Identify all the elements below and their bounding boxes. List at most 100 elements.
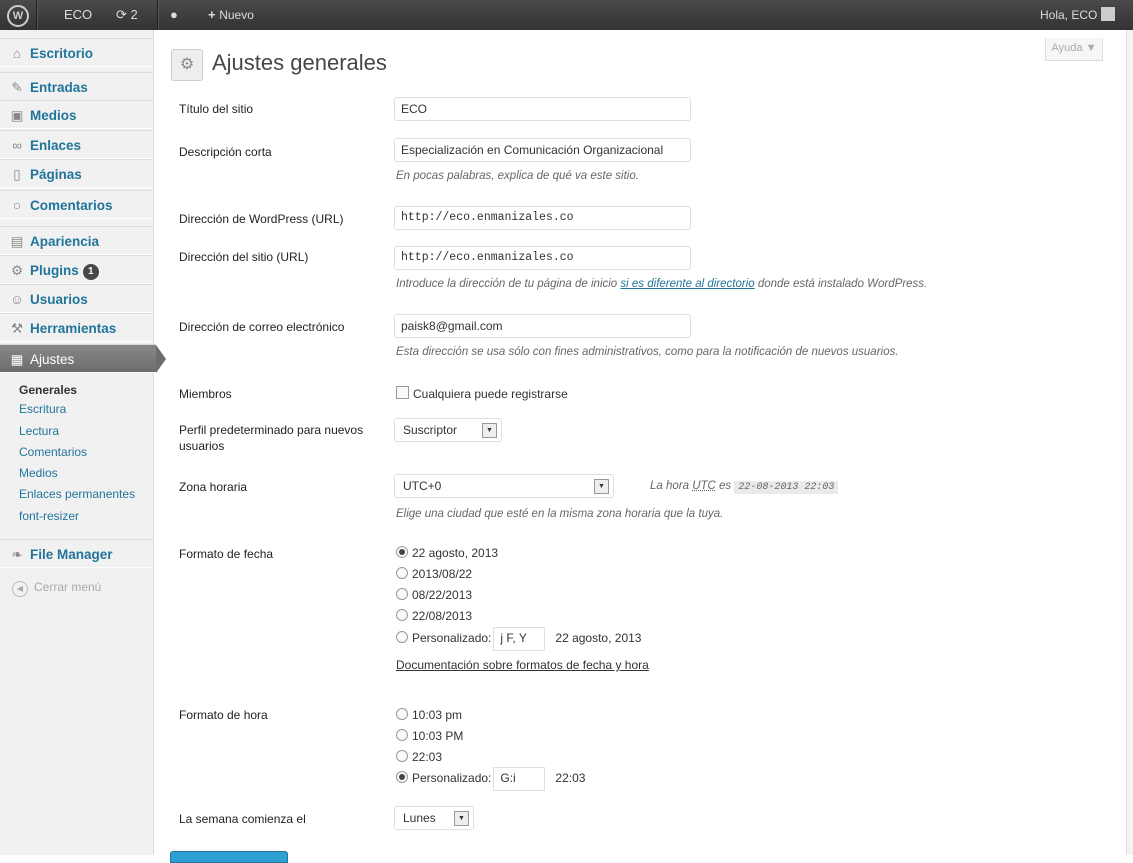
- collapse-menu-button[interactable]: ◀ Cerrar menú: [12, 580, 101, 597]
- menu-herramientas[interactable]: ⚒ Herramientas: [0, 313, 153, 342]
- default-role-select[interactable]: Suscriptor ▼: [394, 418, 502, 442]
- timezone-label: Zona horaria: [179, 480, 248, 494]
- page-title: Ajustes generales: [212, 50, 387, 75]
- radio-button[interactable]: [396, 708, 408, 720]
- plus-icon: +: [208, 7, 216, 22]
- menu-escritorio[interactable]: ⌂ Escritorio: [0, 38, 153, 67]
- option-label: 10:03 pm: [412, 708, 463, 722]
- admin-sidebar: ⌂ Escritorio ✎ Entradas ▣ Medios ∞ Enlaces ▯…: [0, 30, 166, 855]
- radio-button[interactable]: [396, 588, 408, 600]
- utc-time-note: La hora UTC es 22-08-2013 22:03: [650, 480, 839, 494]
- pages-icon: ▯: [13, 167, 21, 182]
- utc-abbr: UTC: [692, 480, 716, 492]
- date-format-custom-input[interactable]: j F, Y: [493, 627, 546, 651]
- date-format-option[interactable]: 08/22/2013: [396, 588, 472, 602]
- date-time-docs-link[interactable]: Documentación sobre formatos de fecha y …: [396, 658, 649, 672]
- avatar: [1100, 7, 1115, 21]
- checkbox-label: Cualquiera puede registrarse: [413, 387, 568, 401]
- timezone-select[interactable]: UTC+0 ▼: [394, 474, 614, 498]
- option-label: 22 agosto, 2013: [412, 546, 499, 560]
- comment-bubble-icon: ●: [170, 7, 178, 22]
- time-format-option[interactable]: 10:03 PM: [396, 729, 463, 743]
- option-label: 08/22/2013: [412, 588, 473, 602]
- time-format-option[interactable]: 10:03 pm: [396, 708, 462, 722]
- menu-label: Plugins: [30, 263, 79, 278]
- wordpress-url-input[interactable]: http://eco.enmanizales.co: [394, 206, 691, 230]
- submenu-generales[interactable]: Generales: [19, 383, 77, 397]
- menu-enlaces[interactable]: ∞ Enlaces: [0, 130, 153, 159]
- menu-entradas[interactable]: ✎ Entradas: [0, 72, 153, 101]
- media-icon: ▣: [10, 108, 24, 123]
- updates-link[interactable]: ⟳ 2: [116, 0, 138, 30]
- menu-label: Medios: [30, 108, 77, 123]
- anyone-can-register-option[interactable]: Cualquiera puede registrarse: [396, 386, 568, 401]
- radio-button[interactable]: [396, 729, 408, 741]
- submenu-comentarios[interactable]: Comentarios: [19, 445, 87, 459]
- help-tab[interactable]: Ayuda ▼: [1045, 38, 1103, 61]
- page-scrollbar[interactable]: [1126, 30, 1133, 855]
- submenu-lectura[interactable]: Lectura: [19, 424, 59, 438]
- menu-apariencia[interactable]: ▤ Apariencia: [0, 226, 153, 255]
- date-format-option[interactable]: 2013/08/22: [396, 567, 472, 581]
- note-text: La hora: [650, 480, 693, 492]
- tagline-input[interactable]: Especialización en Comunicación Organiza…: [394, 138, 691, 162]
- account-menu[interactable]: Hola, ECO: [1040, 0, 1115, 30]
- menu-label: Escritorio: [30, 46, 94, 61]
- menu-ajustes[interactable]: ▦ Ajustes: [0, 344, 166, 373]
- date-format-custom-option[interactable]: Personalizado: j F, Y 22 agosto, 2013: [396, 627, 641, 651]
- chevron-down-icon: ▼: [454, 811, 469, 826]
- submenu-medios[interactable]: Medios: [19, 466, 58, 480]
- time-format-preview: 22:03: [555, 771, 586, 786]
- chevron-down-icon: ▼: [482, 423, 497, 438]
- select-value: UTC+0: [403, 479, 442, 493]
- greeting-text: Hola, ECO: [1040, 8, 1098, 22]
- date-format-option[interactable]: 22 agosto, 2013: [396, 546, 498, 560]
- tools-icon: ⚒: [10, 321, 24, 336]
- menu-comentarios[interactable]: ○ Comentarios: [0, 190, 153, 219]
- time-format-option[interactable]: 22:03: [396, 750, 442, 764]
- comments-link[interactable]: ●: [170, 0, 178, 30]
- site-title-label: Título del sitio: [179, 102, 254, 116]
- site-name-link[interactable]: ECO: [64, 0, 92, 30]
- radio-button[interactable]: [396, 750, 408, 762]
- select-value: Lunes: [403, 811, 436, 825]
- time-format-custom-option[interactable]: Personalizado: G:i 22:03: [396, 767, 585, 791]
- site-title-input[interactable]: ECO: [394, 97, 691, 121]
- select-value: Suscriptor: [403, 423, 458, 437]
- submenu-font-resizer[interactable]: font-resizer: [19, 509, 79, 523]
- menu-label: Herramientas: [30, 321, 117, 336]
- note-text: es: [715, 480, 735, 492]
- menu-usuarios[interactable]: ☺ Usuarios: [0, 284, 153, 313]
- tagline-description: En pocas palabras, explica de qué va est…: [396, 170, 639, 182]
- radio-button[interactable]: [396, 609, 408, 621]
- radio-button[interactable]: [396, 567, 408, 579]
- radio-button[interactable]: [396, 771, 408, 784]
- time-format-custom-input[interactable]: G:i: [493, 767, 546, 791]
- wordpress-logo-icon[interactable]: W: [0, 0, 36, 30]
- week-start-select[interactable]: Lunes ▼: [394, 806, 474, 830]
- desc-text: donde está instalado WordPress.: [754, 278, 928, 290]
- label-line: usuarios: [179, 439, 225, 453]
- collapse-label: Cerrar menú: [34, 580, 102, 594]
- comment-icon: ○: [12, 198, 22, 213]
- menu-plugins[interactable]: ⚙ Plugins 1: [0, 255, 153, 284]
- site-url-input[interactable]: http://eco.enmanizales.co: [394, 246, 691, 270]
- chevron-down-icon: ▼: [594, 479, 609, 494]
- submenu-escritura[interactable]: Escritura: [19, 402, 66, 416]
- register-checkbox[interactable]: [396, 386, 409, 399]
- menu-file-manager[interactable]: ❧ File Manager: [0, 539, 153, 568]
- new-content-link[interactable]: + Nuevo: [208, 0, 254, 30]
- save-changes-button[interactable]: [170, 851, 288, 863]
- label-line: Perfil predeterminado para nuevos: [179, 423, 364, 437]
- option-label: 22/08/2013: [412, 609, 473, 623]
- directory-link[interactable]: si es diferente al directorio: [620, 278, 754, 290]
- menu-label: Comentarios: [30, 198, 113, 213]
- week-start-label: La semana comienza el: [179, 812, 306, 826]
- menu-paginas[interactable]: ▯ Páginas: [0, 159, 153, 188]
- radio-button[interactable]: [396, 546, 408, 558]
- email-input[interactable]: paisk8@gmail.com: [394, 314, 691, 338]
- submenu-enlaces-permanentes[interactable]: Enlaces permanentes: [19, 487, 135, 501]
- menu-medios[interactable]: ▣ Medios: [0, 100, 153, 129]
- radio-button[interactable]: [396, 631, 408, 644]
- date-format-option[interactable]: 22/08/2013: [396, 609, 472, 623]
